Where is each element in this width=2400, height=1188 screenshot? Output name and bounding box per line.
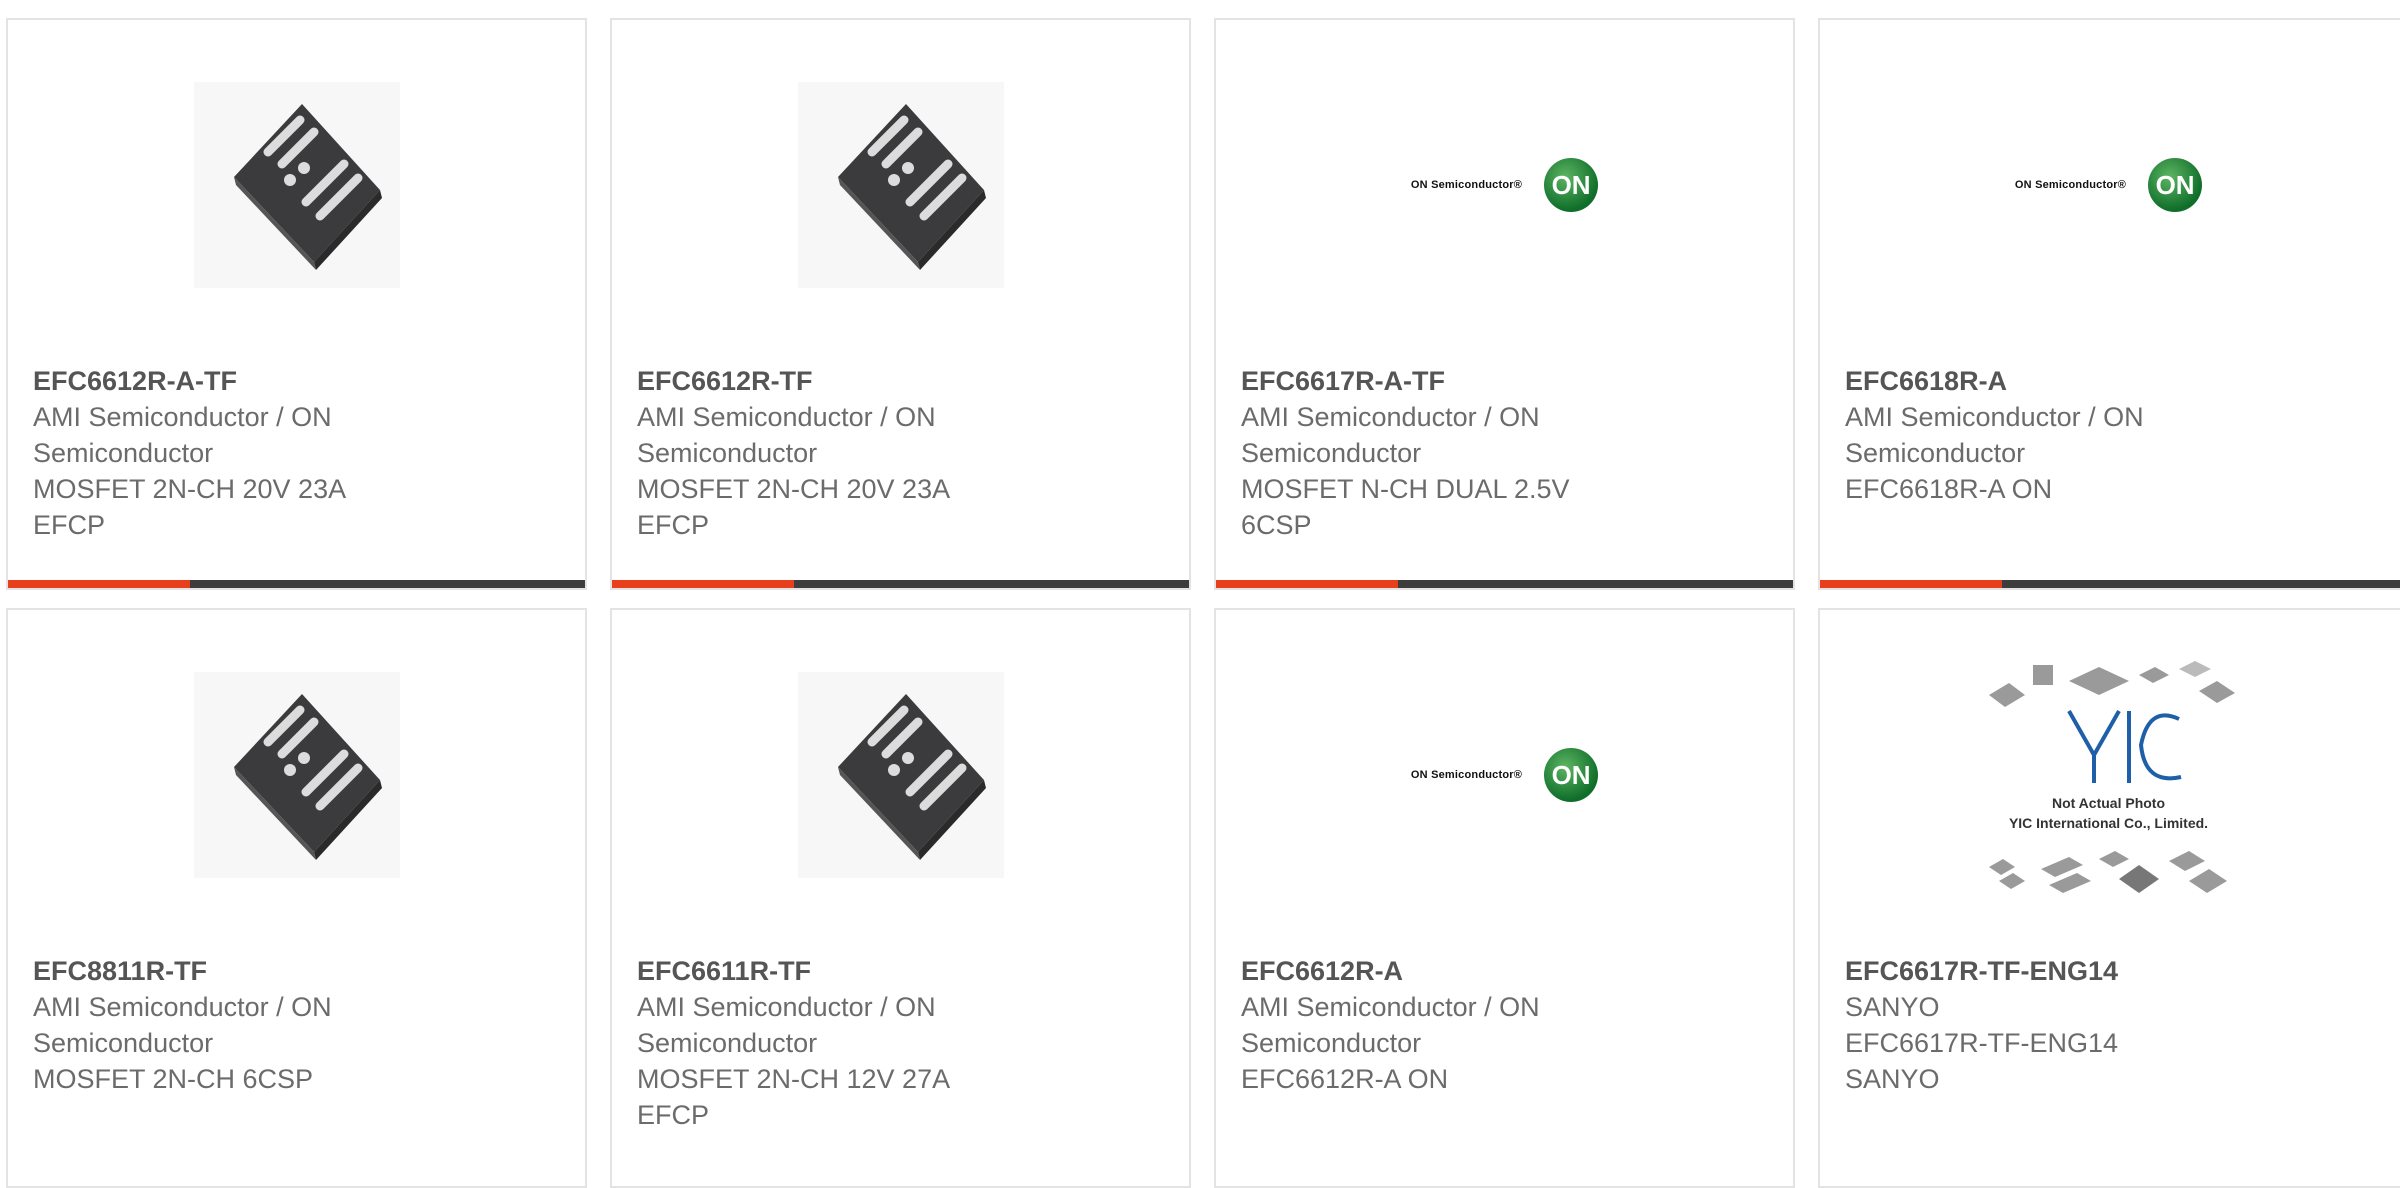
yic-placeholder-image: Not Actual Photo YIC International Co., … [1969,645,2249,905]
manufacturer: AMI Semiconductor / ON Semiconductor [1241,992,1540,1058]
part-number[interactable]: EFC6612R-TF [637,363,1169,399]
product-image[interactable]: ON Semiconductor® ON [1216,610,1793,940]
product-image[interactable] [612,20,1189,350]
manufacturer: SANYO [1845,992,1940,1022]
product-card[interactable]: EFC6611R-TF AMI Semiconductor / ON Semico… [610,608,1191,1188]
chip-icon [193,672,400,878]
product-card[interactable]: Not Actual Photo YIC International Co., … [1818,608,2400,1188]
on-semiconductor-logo: ON Semiconductor® ON [2015,158,2203,212]
part-number[interactable]: EFC6618R-A [1845,363,2396,399]
product-image[interactable] [8,610,585,940]
manufacturer: AMI Semiconductor / ON Semiconductor [33,402,332,468]
chip-icon [797,672,1004,878]
product-info: EFC6617R-A-TF AMI Semiconductor / ON Semi… [1241,363,1773,543]
product-card[interactable]: EFC6612R-TF AMI Semiconductor / ON Semico… [610,18,1191,590]
product-image[interactable]: Not Actual Photo YIC International Co., … [1820,610,2397,940]
description: MOSFET 2N-CH 20V 23A EFCP [33,474,345,540]
description: EFC6618R-A ON [1845,474,2053,504]
card-bottom-bar [612,580,1189,588]
product-info: EFC6618R-A AMI Semiconductor / ON Semicon… [1845,363,2396,507]
product-image[interactable]: ON Semiconductor® ON [1820,20,2397,350]
part-number[interactable]: EFC6617R-A-TF [1241,363,1773,399]
manufacturer: AMI Semiconductor / ON Semiconductor [1845,402,2144,468]
product-card[interactable]: ON Semiconductor® ON EFC6612R-A AMI Semi… [1214,608,1795,1188]
manufacturer: AMI Semiconductor / ON Semiconductor [1241,402,1540,468]
product-image[interactable]: ON Semiconductor® ON [1216,20,1793,350]
product-info: EFC6611R-TF AMI Semiconductor / ON Semico… [637,953,1169,1133]
description: EFC6612R-A ON [1241,1064,1449,1094]
description: MOSFET 2N-CH 12V 27A EFCP [637,1064,949,1130]
product-image[interactable] [8,20,585,350]
description: MOSFET 2N-CH 6CSP [33,1064,314,1094]
on-semiconductor-logo: ON Semiconductor® ON [1411,748,1599,802]
part-number[interactable]: EFC8811R-TF [33,953,565,989]
product-info: EFC6612R-A-TF AMI Semiconductor / ON Semi… [33,363,565,543]
description: MOSFET N-CH DUAL 2.5V 6CSP [1241,474,1570,540]
product-image[interactable] [612,610,1189,940]
manufacturer: AMI Semiconductor / ON Semiconductor [637,992,936,1058]
part-number[interactable]: EFC6611R-TF [637,953,1169,989]
part-number[interactable]: EFC6612R-A-TF [33,363,565,399]
product-card[interactable]: ON Semiconductor® ON EFC6617R-A-TF AMI S… [1214,18,1795,590]
product-info: EFC6617R-TF-ENG14 SANYO EFC6617R-TF-ENG1… [1845,953,2396,1097]
chip-icon [193,82,400,288]
manufacturer: AMI Semiconductor / ON Semiconductor [33,992,332,1058]
description: EFC6617R-TF-ENG14 SANYO [1845,1028,2119,1094]
card-bottom-bar [1820,580,2400,588]
product-card[interactable]: EFC8811R-TF AMI Semiconductor / ON Semico… [6,608,587,1188]
part-number[interactable]: EFC6612R-A [1241,953,1773,989]
product-card[interactable]: EFC6612R-A-TF AMI Semiconductor / ON Semi… [6,18,587,590]
card-bottom-bar [8,580,585,588]
chip-icon [797,82,1004,288]
manufacturer: AMI Semiconductor / ON Semiconductor [637,402,936,468]
product-info: EFC8811R-TF AMI Semiconductor / ON Semico… [33,953,565,1097]
on-semiconductor-logo: ON Semiconductor® ON [1411,158,1599,212]
product-info: EFC6612R-A AMI Semiconductor / ON Semicon… [1241,953,1773,1097]
part-number[interactable]: EFC6617R-TF-ENG14 [1845,953,2396,989]
card-bottom-bar [1216,580,1793,588]
product-card[interactable]: ON Semiconductor® ON EFC6618R-A AMI Semi… [1818,18,2400,590]
description: MOSFET 2N-CH 20V 23A EFCP [637,474,949,540]
product-info: EFC6612R-TF AMI Semiconductor / ON Semico… [637,363,1169,543]
